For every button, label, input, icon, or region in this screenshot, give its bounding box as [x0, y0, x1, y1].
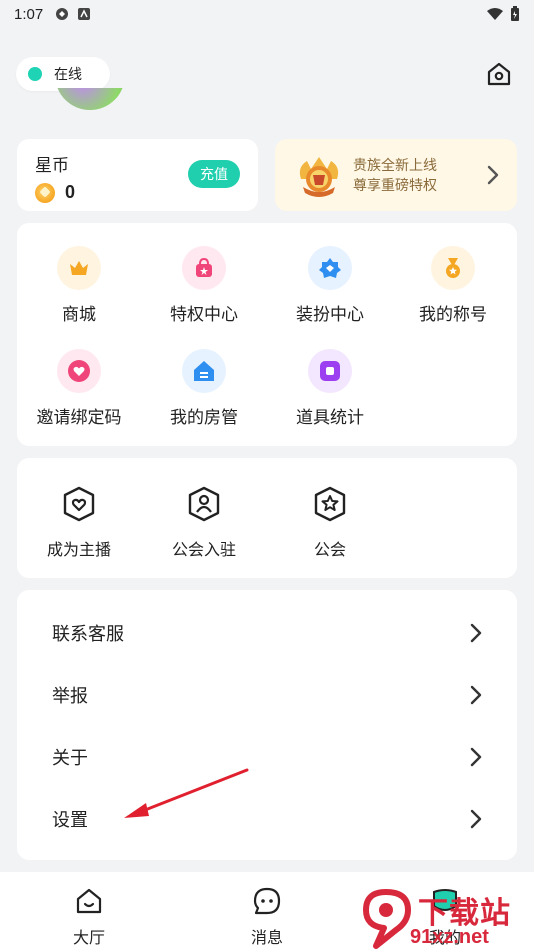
status-bar: 1:07	[0, 0, 534, 28]
box-icon	[308, 349, 352, 393]
feature-label: 装扮中心	[296, 305, 364, 324]
feature-room-manager[interactable]: 我的房管	[149, 349, 259, 428]
feature-label: 道具统计	[296, 408, 364, 427]
coin-icon	[35, 182, 55, 203]
tab-lobby[interactable]: 大厅	[44, 884, 134, 948]
guild-item-label: 公会入驻	[171, 542, 236, 559]
notification-app-icon	[78, 8, 91, 20]
feature-invite-code[interactable]: 邀请绑定码	[24, 349, 134, 428]
noble-line-2: 尊享重磅特权	[353, 177, 437, 193]
heart-shield-icon	[59, 484, 99, 524]
chevron-right-icon	[470, 623, 482, 643]
feature-mall[interactable]: 商城	[24, 246, 134, 325]
star-shield-icon	[310, 484, 350, 524]
site-watermark: 下载站 91xz.net	[358, 888, 530, 950]
menu-label: 设置	[52, 810, 88, 830]
home-smile-icon	[72, 884, 106, 918]
chevron-right-icon	[470, 685, 482, 705]
feature-privilege-center[interactable]: 特权中心	[149, 246, 259, 325]
online-status-label: 在线	[54, 66, 82, 82]
feature-grid: 商城 特权中心 装扮中心 我的称号 邀请绑定码 我的房管 道具统计	[17, 223, 517, 446]
become-streamer[interactable]: 成为主播	[24, 484, 134, 560]
feature-my-title[interactable]: 我的称号	[398, 246, 508, 325]
menu-list: 联系客服 举报 关于 设置	[17, 590, 517, 860]
status-time: 1:07	[14, 5, 44, 23]
watermark-bottom-text: 91xz.net	[410, 926, 489, 948]
tab-messages[interactable]: 消息	[222, 884, 312, 948]
guild-join[interactable]: 公会入驻	[149, 484, 259, 560]
medal-icon	[431, 246, 475, 290]
guild-item-label: 公会	[313, 542, 346, 559]
avatar[interactable]	[55, 88, 125, 112]
guild[interactable]: 公会	[275, 484, 385, 560]
chevron-right-icon	[470, 809, 482, 829]
star-badge-icon	[308, 246, 352, 290]
crown-icon	[57, 246, 101, 290]
noble-line-1: 贵族全新上线	[353, 157, 437, 173]
feature-dressup-center[interactable]: 装扮中心	[275, 246, 385, 325]
tab-label: 大厅	[72, 930, 105, 947]
house-icon	[182, 349, 226, 393]
feature-label: 我的称号	[419, 305, 487, 324]
coin-balance: 0	[65, 182, 76, 202]
menu-contact-support[interactable]: 联系客服	[17, 602, 517, 664]
house-outline-icon	[487, 62, 511, 86]
chevron-right-icon	[470, 747, 482, 767]
feature-item-stats[interactable]: 道具统计	[275, 349, 385, 428]
status-right	[486, 6, 520, 22]
feature-label: 邀请绑定码	[36, 408, 122, 427]
menu-about[interactable]: 关于	[17, 726, 517, 788]
noble-promo-text: 贵族全新上线 尊享重磅特权	[353, 155, 437, 195]
battery-icon	[511, 6, 519, 21]
recharge-button[interactable]: 充值	[188, 160, 240, 188]
room-home-button[interactable]	[482, 57, 516, 91]
sync-icon	[56, 8, 69, 20]
gift-bag-icon	[182, 246, 226, 290]
menu-report[interactable]: 举报	[17, 664, 517, 726]
menu-label: 联系客服	[52, 624, 124, 644]
wifi-icon	[487, 8, 503, 20]
menu-settings[interactable]: 设置	[17, 788, 517, 850]
heart-icon	[57, 349, 101, 393]
feature-label: 商城	[62, 305, 96, 324]
noble-crown-badge-icon	[299, 157, 339, 197]
noble-promo-card[interactable]: 贵族全新上线 尊享重磅特权	[275, 139, 517, 211]
tab-label: 消息	[250, 930, 283, 947]
chat-face-icon	[250, 884, 284, 918]
online-status-toggle[interactable]: 在线	[16, 57, 110, 91]
menu-label: 关于	[52, 748, 88, 768]
online-dot	[28, 67, 42, 81]
watermark-logo-icon	[363, 889, 411, 949]
feature-label: 我的房管	[170, 408, 238, 427]
star-coin-card: 星币 0 充值	[17, 139, 258, 211]
guild-section: 成为主播 公会入驻 公会	[17, 458, 517, 578]
menu-label: 举报	[52, 686, 88, 706]
guild-item-label: 成为主播	[46, 542, 111, 559]
person-shield-icon	[184, 484, 224, 524]
chevron-right-icon	[487, 165, 499, 185]
feature-label: 特权中心	[170, 305, 238, 324]
